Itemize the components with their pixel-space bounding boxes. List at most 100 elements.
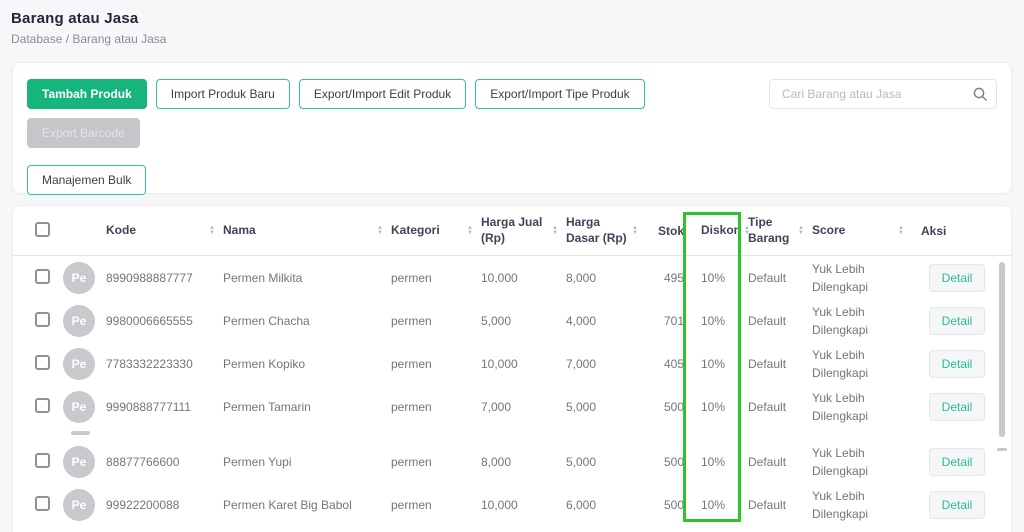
- select-all-checkbox[interactable]: [35, 221, 50, 237]
- cell-kategori: permen: [391, 454, 432, 469]
- table-row: Pe 88877766600 Permen Yupi permen 8,000 …: [13, 440, 1011, 483]
- detail-button[interactable]: Detail: [929, 349, 985, 378]
- sort-icon[interactable]: ▲ ▼: [464, 225, 473, 236]
- toolbar-row-2: Export Barcode: [27, 118, 997, 148]
- search-icon[interactable]: [972, 86, 988, 102]
- cell-score: Yuk Lebih Dilengkapi: [812, 304, 869, 337]
- product-avatar: Pe: [63, 445, 95, 478]
- breadcrumb: Database / Barang atau Jasa: [11, 32, 167, 46]
- export-import-tipe-produk-button[interactable]: Export/Import Tipe Produk: [475, 79, 645, 109]
- cell-kategori: permen: [391, 270, 432, 285]
- export-import-edit-produk-button[interactable]: Export/Import Edit Produk: [298, 79, 467, 109]
- product-avatar: Pe: [63, 347, 95, 380]
- cell-stok: 495: [663, 270, 684, 285]
- cell-diskon: 10%: [701, 313, 726, 328]
- search-input[interactable]: [769, 79, 997, 109]
- cell-harga-jual: 10,000: [481, 497, 518, 512]
- cell-nama: Permen Karet Big Babol: [223, 497, 352, 512]
- detail-button[interactable]: Detail: [929, 490, 985, 519]
- cell-kode: 99922200088: [106, 497, 180, 512]
- cell-score: Yuk Lebih Dilengkapi: [812, 261, 869, 294]
- vertical-scrollbar-thumb[interactable]: [999, 262, 1005, 437]
- cell-stok: 701: [663, 313, 684, 328]
- cell-score: Yuk Lebih Dilengkapi: [812, 390, 869, 423]
- cell-harga-dasar: 8,000: [566, 270, 597, 285]
- sort-icon[interactable]: ▲ ▼: [374, 225, 383, 236]
- product-table-card: Kode ▲ ▼ Nama ▲ ▼ Kategori ▲ ▼ Harga Jual (Rp)…: [12, 205, 1012, 532]
- table-row: Pe 9990888777111 Permen Tamarin permen 7…: [13, 385, 1011, 428]
- column-header-kategori: Kategori: [391, 222, 440, 237]
- table-row: Pe 7783332223330 Permen Kopiko permen 10…: [13, 342, 1011, 385]
- sort-icon[interactable]: ▲ ▼: [549, 225, 558, 236]
- column-header-nama: Nama: [223, 222, 256, 237]
- products-page: Barang atau Jasa Database / Barang atau …: [0, 0, 1024, 532]
- column-header-harga-jual: Harga Jual (Rp): [481, 214, 543, 245]
- cell-diskon: 10%: [701, 399, 726, 414]
- column-header-score: Score: [812, 222, 846, 237]
- cell-kategori: permen: [391, 497, 432, 512]
- cell-tipe-barang: Default: [748, 497, 787, 512]
- row-checkbox[interactable]: [35, 397, 50, 413]
- row-checkbox[interactable]: [35, 452, 50, 468]
- cell-harga-jual: 7,000: [481, 399, 512, 414]
- detail-button[interactable]: Detail: [929, 263, 985, 292]
- cell-kategori: permen: [391, 356, 432, 371]
- manajemen-bulk-button[interactable]: Manajemen Bulk: [27, 165, 147, 195]
- cell-tipe-barang: Default: [748, 399, 787, 414]
- table-row: Pe 8990988887777 Permen Milkita permen 1…: [13, 256, 1011, 299]
- cell-harga-dasar: 6,000: [566, 497, 597, 512]
- table-rows-upper: Pe 8990988887777 Permen Milkita permen 1…: [13, 256, 1011, 428]
- product-avatar: Pe: [63, 261, 95, 294]
- cell-harga-jual: 5,000: [481, 313, 512, 328]
- row-checkbox[interactable]: [35, 311, 50, 327]
- cell-harga-dasar: 7,000: [566, 356, 597, 371]
- cell-score: Yuk Lebih Dilengkapi: [812, 488, 869, 521]
- product-avatar: Pe: [63, 488, 95, 521]
- scroll-seam: [13, 428, 1011, 440]
- cell-score: Yuk Lebih Dilengkapi: [812, 347, 869, 380]
- column-header-tipe-barang: Tipe Barang: [748, 214, 790, 245]
- sort-icon[interactable]: ▲ ▼: [206, 225, 215, 236]
- column-header-stok: Stok: [657, 223, 684, 238]
- detail-button[interactable]: Detail: [929, 447, 985, 476]
- column-header-kode: Kode: [106, 222, 136, 237]
- cell-diskon: 10%: [701, 454, 726, 469]
- cell-harga-dasar: 4,000: [566, 313, 597, 328]
- product-avatar: Pe: [63, 304, 95, 337]
- export-barcode-button[interactable]: Export Barcode: [27, 118, 140, 148]
- cell-harga-dasar: 5,000: [566, 454, 597, 469]
- cell-diskon: 10%: [701, 356, 726, 371]
- cell-kategori: permen: [391, 399, 432, 414]
- row-checkbox[interactable]: [35, 354, 50, 370]
- cell-kode: 7783332223330: [106, 356, 193, 371]
- cell-nama: Permen Kopiko: [223, 356, 306, 371]
- cell-harga-jual: 8,000: [481, 454, 512, 469]
- import-produk-baru-button[interactable]: Import Produk Baru: [155, 79, 290, 109]
- detail-button[interactable]: Detail: [929, 306, 985, 335]
- toolbar-card: Tambah Produk Import Produk Baru Export/…: [12, 62, 1012, 195]
- cell-stok: 500: [663, 454, 684, 469]
- cell-kode: 8990988887777: [106, 270, 193, 285]
- detail-button[interactable]: Detail: [929, 392, 985, 421]
- toolbar-row-3: Manajemen Bulk: [27, 165, 997, 195]
- sort-icon[interactable]: ▲ ▼: [795, 225, 804, 236]
- cell-kode: 9990888777111: [106, 399, 191, 414]
- table-header-row: Kode ▲ ▼ Nama ▲ ▼ Kategori ▲ ▼ Harga Jual (Rp)…: [13, 206, 1011, 256]
- cell-kode: 88877766600: [106, 454, 180, 469]
- cell-stok: 500: [663, 399, 684, 414]
- row-checkbox[interactable]: [35, 495, 50, 511]
- cell-kode: 9980006665555: [106, 313, 193, 328]
- row-checkbox[interactable]: [35, 268, 50, 284]
- column-header-harga-dasar: Harga Dasar (Rp): [566, 214, 627, 245]
- column-header-diskon: Diskon: [701, 222, 742, 237]
- cell-tipe-barang: Default: [748, 313, 787, 328]
- cell-nama: Permen Chacha: [223, 313, 310, 328]
- cell-tipe-barang: Default: [748, 356, 787, 371]
- sort-icon[interactable]: ▲ ▼: [629, 225, 638, 236]
- table-row: Pe 99922200088 Permen Karet Big Babol pe…: [13, 483, 1011, 526]
- table-rows-lower: Pe 88877766600 Permen Yupi permen 8,000 …: [13, 440, 1011, 526]
- tambah-produk-button[interactable]: Tambah Produk: [27, 79, 147, 109]
- cell-diskon: 10%: [701, 270, 726, 285]
- sort-icon[interactable]: ▲ ▼: [895, 225, 904, 236]
- clipped-row-artifact: [71, 431, 90, 435]
